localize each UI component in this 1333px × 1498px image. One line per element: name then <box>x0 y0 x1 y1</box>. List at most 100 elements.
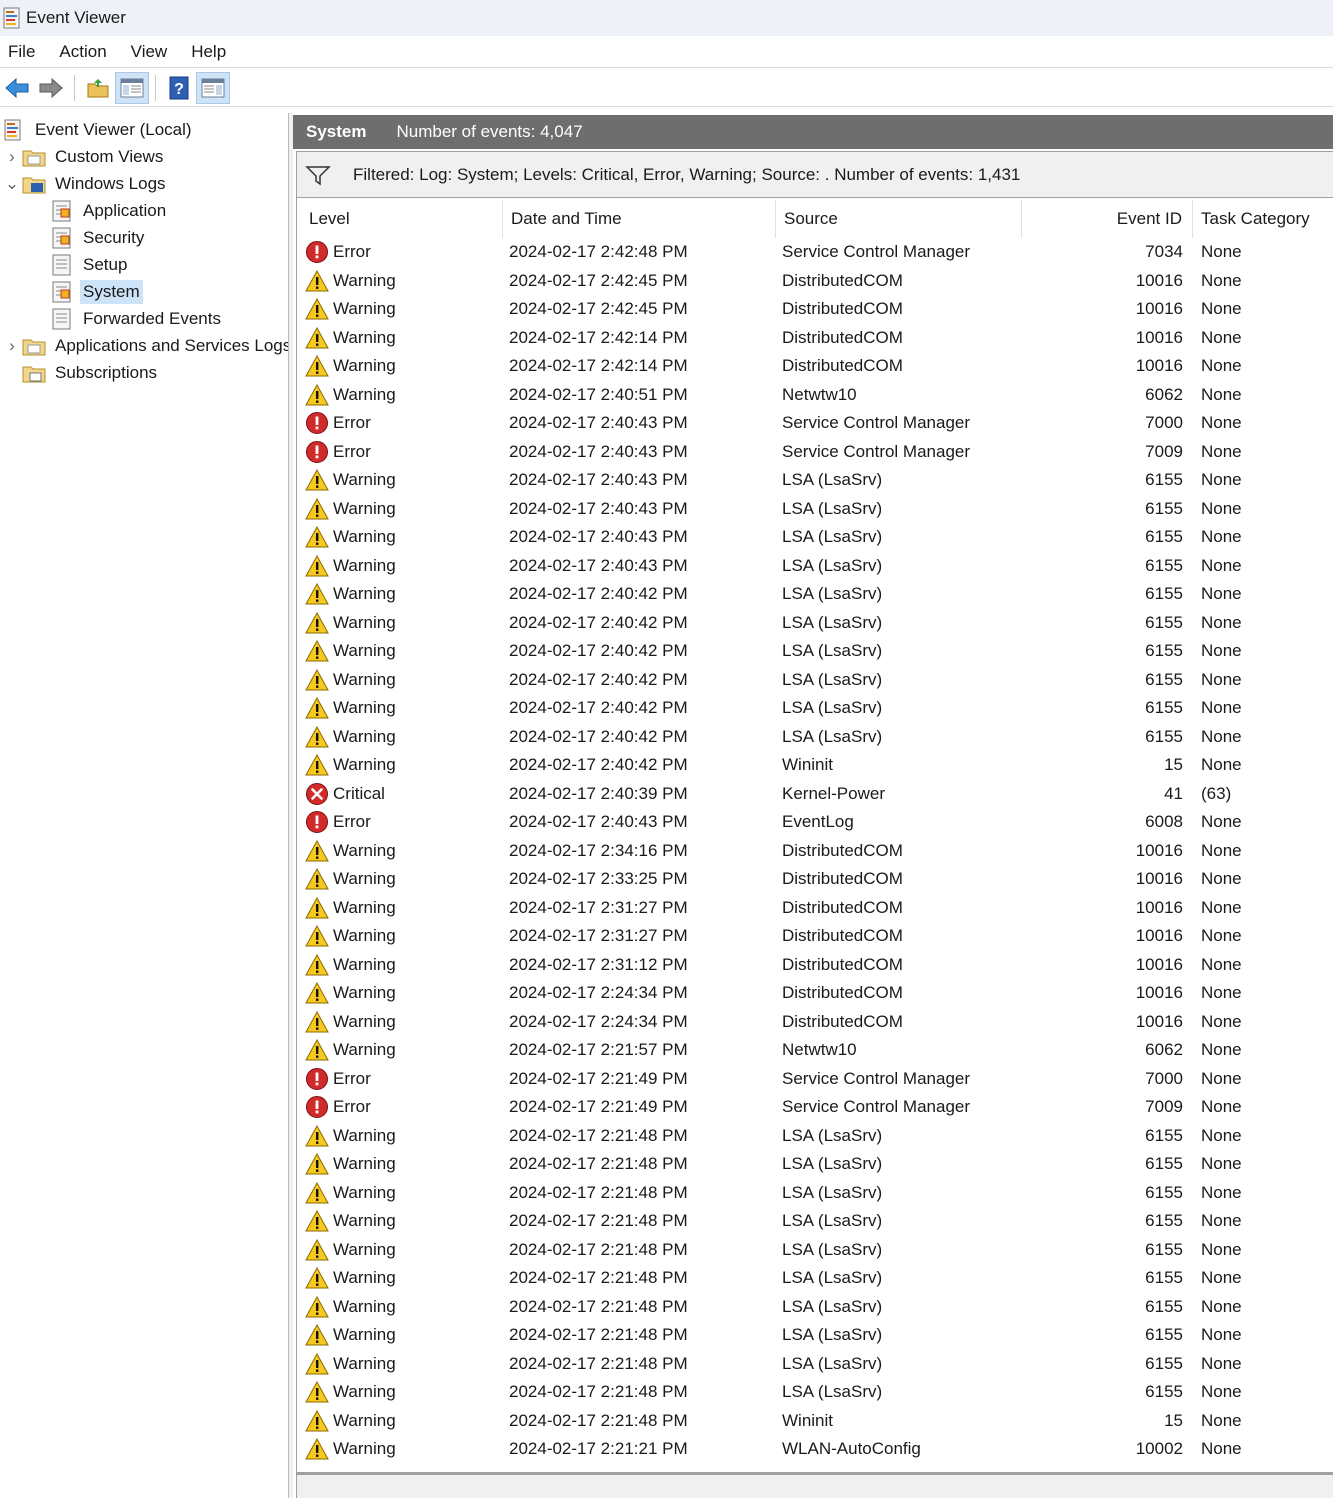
event-id-cell: 10016 <box>1135 983 1183 1002</box>
chevron-right-icon[interactable]: › <box>2 336 22 356</box>
tree-item-application[interactable]: Application <box>30 197 169 224</box>
table-row[interactable]: Error 2024-02-17 2:40:43 PM Service Contro… <box>301 438 1331 467</box>
table-row[interactable]: Warning 2024-02-17 2:40:42 PM LSA (LsaSrv)… <box>301 637 1331 666</box>
menu-view[interactable]: View <box>123 42 180 62</box>
warning-icon <box>305 1181 329 1204</box>
event-id-cell: 6155 <box>1145 1353 1183 1373</box>
source-cell: Netwtw10 <box>782 1040 857 1059</box>
table-row[interactable]: Error 2024-02-17 2:40:43 PM EventLog 6008 No… <box>301 808 1331 837</box>
table-row[interactable]: Warning 2024-02-17 2:21:48 PM LSA (LsaSrv)… <box>301 1236 1331 1265</box>
table-row[interactable]: Warning 2024-02-17 2:24:34 PM DistributedC… <box>301 979 1331 1008</box>
task-category-cell: None <box>1201 470 1242 489</box>
level-cell: Warning <box>305 1036 396 1065</box>
back-button[interactable] <box>0 72 34 104</box>
level-label: Warning <box>333 1011 396 1031</box>
menu-action[interactable]: Action <box>51 42 118 62</box>
table-row[interactable]: Warning 2024-02-17 2:40:43 PM LSA (LsaSrv)… <box>301 495 1331 524</box>
table-row[interactable]: Error 2024-02-17 2:42:48 PM Service Contro… <box>301 238 1331 267</box>
forward-button[interactable] <box>34 72 68 104</box>
main-pane: System Number of events: 4,047 Filtered:… <box>293 113 1333 1498</box>
task-category-cell: None <box>1201 641 1242 660</box>
table-row[interactable]: Warning 2024-02-17 2:40:51 PM Netwtw10 6062… <box>301 381 1331 410</box>
warning-icon <box>305 583 329 605</box>
table-row[interactable]: Warning 2024-02-17 2:40:42 PM Wininit 15 Non… <box>301 751 1331 780</box>
table-row[interactable]: Warning 2024-02-17 2:42:14 PM DistributedC… <box>301 352 1331 381</box>
column-header-event-id[interactable]: Event ID <box>1022 200 1193 238</box>
table-row[interactable]: Warning 2024-02-17 2:21:48 PM LSA (LsaSrv)… <box>301 1179 1331 1208</box>
warning-icon <box>305 1010 329 1033</box>
column-header-task-category[interactable]: Task Category <box>1193 200 1331 238</box>
column-header-source[interactable]: Source <box>776 200 1022 238</box>
tree-item-windows-logs[interactable]: ⌄ Windows Logs <box>2 170 169 197</box>
table-row[interactable]: Warning 2024-02-17 2:31:27 PM DistributedC… <box>301 922 1331 951</box>
chevron-right-icon[interactable]: › <box>2 147 22 167</box>
table-row[interactable]: Warning 2024-02-17 2:21:48 PM LSA (LsaSrv)… <box>301 1207 1331 1236</box>
tree-item-label: Setup <box>83 254 128 274</box>
tree-item-forwarded-events[interactable]: Forwarded Events <box>30 305 224 332</box>
table-row[interactable]: Error 2024-02-17 2:21:49 PM Service Contro… <box>301 1093 1331 1122</box>
tree-item-security[interactable]: Security <box>30 224 147 251</box>
table-row[interactable]: Warning 2024-02-17 2:31:12 PM DistributedC… <box>301 951 1331 980</box>
table-row[interactable]: Warning 2024-02-17 2:40:43 PM LSA (LsaSrv)… <box>301 466 1331 495</box>
level-label: Warning <box>333 327 396 347</box>
warning-icon <box>305 925 329 947</box>
table-row[interactable]: Warning 2024-02-17 2:40:42 PM LSA (LsaSrv)… <box>301 666 1331 695</box>
tree-item-subscriptions[interactable]: Subscriptions <box>2 359 160 386</box>
table-row[interactable]: Warning 2024-02-17 2:21:21 PM WLAN-AutoCon… <box>301 1435 1331 1464</box>
date-time-cell: 2024-02-17 2:21:48 PM <box>509 1410 688 1430</box>
table-row[interactable]: Error 2024-02-17 2:21:49 PM Service Contro… <box>301 1065 1331 1094</box>
level-label: Warning <box>333 1182 396 1202</box>
tree-item-system[interactable]: System <box>30 278 143 305</box>
level-label: Warning <box>333 926 396 945</box>
menu-help[interactable]: Help <box>183 42 238 62</box>
table-row[interactable]: Warning 2024-02-17 2:21:48 PM LSA (LsaSrv)… <box>301 1122 1331 1151</box>
chevron-down-icon[interactable]: ⌄ <box>2 174 22 194</box>
task-category-cell: None <box>1201 1097 1242 1116</box>
source-cell: WLAN-AutoConfig <box>782 1439 921 1458</box>
table-row[interactable]: Warning 2024-02-17 2:24:34 PM DistributedC… <box>301 1008 1331 1037</box>
table-row[interactable]: Warning 2024-02-17 2:21:48 PM LSA (LsaSrv)… <box>301 1378 1331 1407</box>
table-row[interactable]: Warning 2024-02-17 2:40:42 PM LSA (LsaSrv)… <box>301 580 1331 609</box>
table-row[interactable]: Warning 2024-02-17 2:40:42 PM LSA (LsaSrv)… <box>301 609 1331 638</box>
tree-item-custom-views[interactable]: › Custom Views <box>2 143 166 170</box>
table-row[interactable]: Warning 2024-02-17 2:34:16 PM DistributedC… <box>301 837 1331 866</box>
table-row[interactable]: Warning 2024-02-17 2:42:45 PM DistributedC… <box>301 267 1331 296</box>
tree-item-event-viewer-local[interactable]: Event Viewer (Local) <box>2 116 195 143</box>
table-row[interactable]: Warning 2024-02-17 2:21:48 PM LSA (LsaSrv)… <box>301 1350 1331 1379</box>
table-row[interactable]: Warning 2024-02-17 2:21:48 PM LSA (LsaSrv)… <box>301 1150 1331 1179</box>
table-row[interactable]: Warning 2024-02-17 2:40:42 PM LSA (LsaSrv)… <box>301 723 1331 752</box>
menu-file[interactable]: File <box>0 42 47 62</box>
table-row[interactable]: Warning 2024-02-17 2:40:43 PM LSA (LsaSrv)… <box>301 523 1331 552</box>
level-cell: Warning <box>305 922 396 951</box>
table-row[interactable]: Warning 2024-02-17 2:21:48 PM LSA (LsaSrv)… <box>301 1321 1331 1350</box>
table-row[interactable]: Critical 2024-02-17 2:40:39 PM Kernel-Powe… <box>301 780 1331 809</box>
open-saved-log-button[interactable] <box>81 72 115 104</box>
event-id-cell: 41 <box>1164 783 1183 803</box>
table-row[interactable]: Warning 2024-02-17 2:33:25 PM DistributedC… <box>301 865 1331 894</box>
help-button[interactable]: ? <box>162 72 196 104</box>
date-time-cell: 2024-02-17 2:40:43 PM <box>509 812 688 831</box>
table-row[interactable]: Warning 2024-02-17 2:42:14 PM DistributedC… <box>301 324 1331 353</box>
tree-item-setup[interactable]: Setup <box>30 251 130 278</box>
show-hide-console-tree-button[interactable] <box>115 71 149 104</box>
table-row[interactable]: Warning 2024-02-17 2:21:57 PM Netwtw10 6062… <box>301 1036 1331 1065</box>
table-row[interactable]: Error 2024-02-17 2:40:43 PM Service Contro… <box>301 409 1331 438</box>
show-hide-action-pane-button[interactable] <box>196 71 230 104</box>
date-time-cell: 2024-02-17 2:21:48 PM <box>509 1296 688 1316</box>
table-row[interactable]: Warning 2024-02-17 2:40:43 PM LSA (LsaSrv)… <box>301 552 1331 581</box>
tree-item-applications-and-services-logs[interactable]: › Applications and Services Logs <box>2 332 288 359</box>
task-category-cell: None <box>1201 299 1242 318</box>
table-row[interactable]: Warning 2024-02-17 2:21:48 PM LSA (LsaSrv)… <box>301 1293 1331 1322</box>
table-row[interactable]: Warning 2024-02-17 2:21:48 PM Wininit 15 Non… <box>301 1407 1331 1436</box>
warning-icon <box>305 1324 329 1346</box>
level-cell: Warning <box>305 951 396 980</box>
warning-icon <box>305 611 329 634</box>
table-row[interactable]: Warning 2024-02-17 2:21:48 PM LSA (LsaSrv)… <box>301 1264 1331 1293</box>
column-header-date-time[interactable]: Date and Time <box>503 200 776 238</box>
show-hide-tree-icon <box>120 78 144 97</box>
table-row[interactable]: Warning 2024-02-17 2:40:42 PM LSA (LsaSrv)… <box>301 694 1331 723</box>
table-row[interactable]: Warning 2024-02-17 2:42:45 PM DistributedC… <box>301 295 1331 324</box>
table-row[interactable]: Warning 2024-02-17 2:31:27 PM DistributedC… <box>301 894 1331 923</box>
column-header-level[interactable]: Level <box>301 200 503 238</box>
warning-icon <box>305 298 329 320</box>
